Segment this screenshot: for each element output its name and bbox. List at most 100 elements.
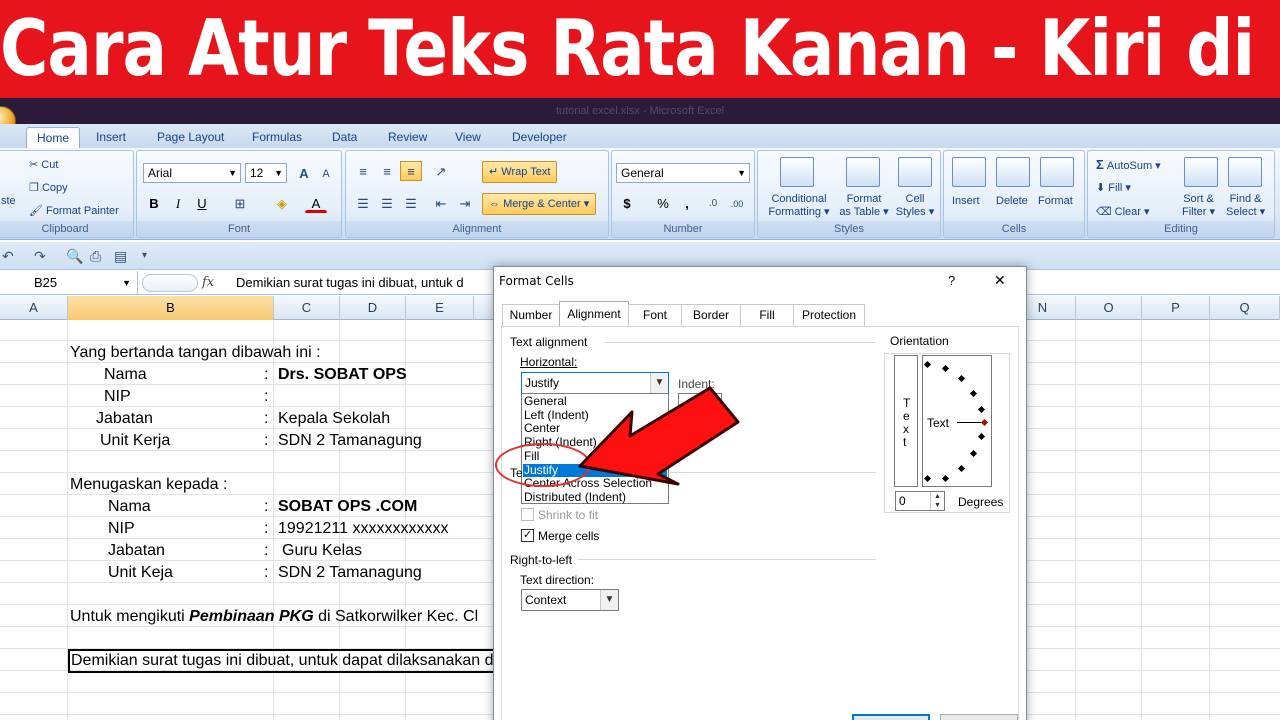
fill-button[interactable]: ⬇ Fill ▾ [1096, 181, 1131, 194]
merge-center-button[interactable]: ⇔ Merge & Center ▾ [482, 193, 597, 215]
cell-label-nip[interactable]: NIP [104, 386, 131, 408]
ok-button[interactable] [852, 714, 930, 720]
column-header-c[interactable]: C [274, 296, 340, 320]
cell-label-nip-2[interactable]: NIP [108, 518, 135, 540]
format-cells-button[interactable]: Format [1038, 195, 1073, 207]
bold-button[interactable]: B [143, 193, 165, 213]
undo-icon[interactable]: ↶ [2, 242, 14, 270]
cut-button[interactable]: ✂ Cut [29, 158, 58, 171]
sort-filter-icon[interactable] [1184, 157, 1218, 187]
fill-color-icon[interactable]: ◈ [271, 193, 293, 213]
borders-icon[interactable]: ⊞ [229, 193, 251, 213]
tab-formulas[interactable]: Formulas [242, 127, 312, 148]
align-center-icon[interactable]: ☰ [376, 193, 398, 213]
shrink-font-icon[interactable]: A [315, 163, 337, 183]
increase-indent-icon[interactable]: ⇥ [454, 193, 476, 213]
dial-handle[interactable] [980, 418, 989, 427]
cell-label-nama-2[interactable]: Nama [108, 496, 151, 518]
cell-b-menugaskan[interactable]: Menugaskan kepada : [70, 474, 227, 496]
cancel-button[interactable] [940, 714, 1018, 720]
option-center[interactable]: Center [523, 422, 560, 436]
customize-qat-icon[interactable]: ▾ [142, 242, 147, 270]
cell-value-jabatan-2[interactable]: Guru Kelas [282, 540, 362, 562]
cell-value-unit-kerja[interactable]: SDN 2 Tamanagung [278, 430, 422, 452]
number-format-select[interactable]: General ▼ [616, 163, 750, 183]
column-header-e[interactable]: E [406, 296, 474, 320]
tab-fill[interactable]: Fill [740, 304, 794, 326]
cell-styles-button[interactable]: Cell Styles ▾ [892, 193, 938, 219]
merge-cells-checkbox[interactable]: ✓ [521, 529, 534, 542]
orientation-dial[interactable]: Text [922, 355, 992, 487]
cell-value-nama-2[interactable]: SOBAT OPS .COM [278, 496, 417, 518]
form-icon[interactable]: ▤ [114, 242, 127, 270]
clear-button[interactable]: ⌫ Clear ▾ [1096, 205, 1150, 218]
conditional-formatting-icon[interactable] [780, 157, 814, 187]
paste-button[interactable]: ste [1, 195, 16, 207]
tab-protection[interactable]: Protection [793, 304, 865, 326]
format-cells-icon[interactable] [1040, 157, 1074, 187]
tab-number[interactable]: Number [502, 304, 560, 326]
formula-bar-handle[interactable] [142, 274, 198, 292]
tab-data[interactable]: Data [322, 127, 367, 148]
conditional-formatting-button[interactable]: Conditional Formatting ▾ [766, 193, 832, 219]
tab-page-layout[interactable]: Page Layout [147, 127, 234, 148]
cell-label-jabatan-2[interactable]: Jabatan [108, 540, 165, 562]
format-as-table-button[interactable]: Format as Table ▾ [836, 193, 892, 219]
vertical-text-button[interactable]: T e x t [894, 355, 918, 487]
tab-developer[interactable]: Developer [502, 127, 577, 148]
cell-label-nama[interactable]: Nama [104, 364, 147, 386]
sort-filter-button[interactable]: Sort & Filter ▾ [1182, 193, 1215, 219]
increase-decimal-button[interactable]: .0 [702, 193, 724, 213]
cell-label-unit-keja[interactable]: Unit Keja [108, 562, 173, 584]
tab-view[interactable]: View [445, 127, 491, 148]
align-left-icon[interactable]: ☰ [352, 193, 374, 213]
text-direction-select[interactable]: Context ▼ [521, 589, 619, 611]
formula-input[interactable]: Demikian surat tugas ini dibuat, untuk d [230, 271, 464, 295]
degrees-input[interactable]: 0 ▲ ▼ [895, 491, 945, 511]
shrink-to-fit-checkbox[interactable] [521, 508, 534, 521]
font-color-icon[interactable]: A [305, 193, 327, 213]
underline-button[interactable]: U [191, 193, 213, 213]
format-as-table-icon[interactable] [846, 157, 880, 187]
cell-value-nip-2[interactable]: 19921211 xxxxxxxxxxxx [278, 518, 448, 540]
copy-button[interactable]: ❐ Copy [29, 181, 68, 194]
column-header-p[interactable]: P [1142, 296, 1210, 320]
column-header-d[interactable]: D [340, 296, 406, 320]
column-header-b[interactable]: B [68, 296, 274, 320]
autosum-button[interactable]: Σ AutoSum ▾ [1096, 157, 1161, 172]
decrease-indent-icon[interactable]: ⇤ [430, 193, 452, 213]
cell-value-unit-keja[interactable]: SDN 2 Tamanagung [278, 562, 422, 584]
print-preview-icon[interactable]: 🔍 [66, 242, 83, 270]
cell-label-unit-kerja[interactable]: Unit Kerja [100, 430, 170, 452]
tab-insert[interactable]: Insert [86, 127, 136, 148]
cell-b-intro[interactable]: Yang bertanda tangan dibawah ini : [70, 342, 321, 364]
tab-home[interactable]: Home [26, 127, 81, 148]
comma-button[interactable]: , [676, 193, 698, 213]
font-name-select[interactable]: Arial ▼ [143, 163, 241, 183]
column-header-a[interactable]: A [0, 296, 68, 320]
insert-cells-icon[interactable] [952, 157, 986, 187]
currency-button[interactable]: $ [616, 193, 638, 213]
print-icon[interactable]: ⎙ [90, 242, 101, 270]
align-right-icon[interactable]: ☰ [400, 193, 422, 213]
name-box[interactable]: B25 ▼ [0, 271, 138, 295]
cell-value-jabatan[interactable]: Kepala Sekolah [278, 408, 390, 430]
spinner-icon[interactable]: ▲ ▼ [930, 492, 944, 510]
grow-font-icon[interactable]: A [293, 163, 315, 183]
tab-alignment[interactable]: Alignment [559, 301, 629, 327]
align-bottom-icon[interactable]: ≡ [400, 161, 422, 181]
tab-font[interactable]: Font [628, 304, 682, 326]
format-painter-button[interactable]: 🖌 Format Painter [29, 204, 119, 217]
insert-cells-button[interactable]: Insert [952, 195, 980, 207]
tab-review[interactable]: Review [378, 127, 437, 148]
help-button[interactable]: ? [948, 273, 955, 288]
delete-cells-button[interactable]: Delete [996, 195, 1028, 207]
cell-label-jabatan[interactable]: Jabatan [96, 408, 153, 430]
align-middle-icon[interactable]: ≡ [376, 161, 398, 181]
find-select-icon[interactable] [1228, 157, 1262, 187]
align-top-icon[interactable]: ≡ [352, 161, 374, 181]
cell-b25-text[interactable]: Demikian surat tugas ini dibuat, untuk d… [71, 650, 496, 672]
column-header-q[interactable]: Q [1210, 296, 1280, 320]
cell-value-nama[interactable]: Drs. SOBAT OPS [278, 364, 407, 386]
column-header-o[interactable]: O [1076, 296, 1142, 320]
